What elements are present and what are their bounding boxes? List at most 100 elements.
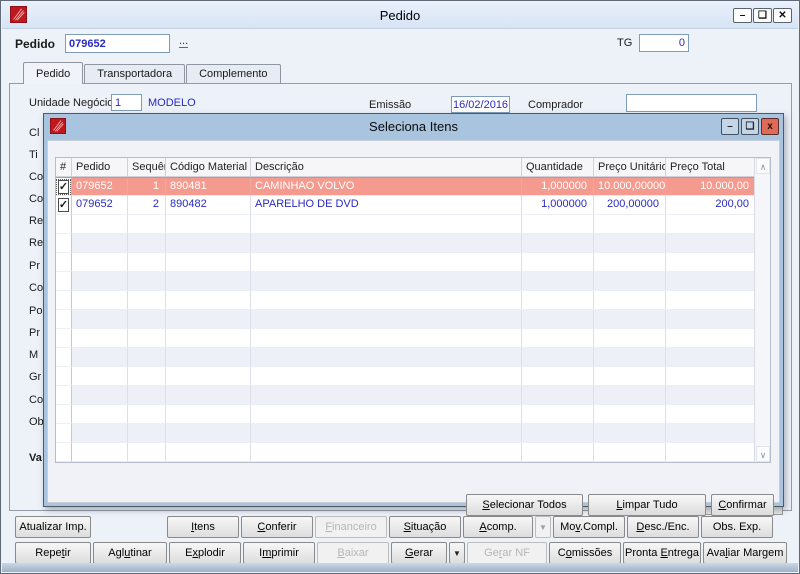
tab-complemento[interactable]: Complemento [186,64,281,84]
empty-cell [522,253,594,272]
clipped-label: Pr [29,327,40,339]
checkbox-check-icon: ✓ [57,179,70,194]
empty-cell [72,348,128,367]
clipped-label: Va [29,452,42,464]
checkbox-check-icon: ✓ [57,198,70,212]
table-row[interactable]: ✓ 079652 2 890482 APARELHO DE DVD 1,000000 200… [56,196,756,215]
empty-cell [56,348,72,367]
empty-cell [594,234,666,253]
column-header: Pedido [72,158,128,177]
cell-pedido: 079652 [72,178,128,196]
seleciona-itens-dialog: Seleciona Itens – ❑ x #PedidoSequênciaCó… [43,113,784,516]
empty-cell [56,253,72,272]
empty-cell [128,272,166,291]
obs-exp-button[interactable]: Obs. Exp. [701,516,773,538]
empty-cell [666,253,756,272]
empty-cell [522,272,594,291]
scroll-up-icon[interactable]: ∧ [756,158,770,174]
cell-preco-unitario: 200,00000 [594,196,666,215]
clipped-label: Ob [29,416,44,428]
dialog-body: #PedidoSequênciaCódigo MaterialDescrição… [47,140,780,516]
repetir-button[interactable]: Repetir [15,542,91,564]
vertical-scrollbar[interactable]: ∧ ∨ [754,158,770,462]
empty-cell [56,386,72,405]
empty-cell [594,348,666,367]
emissao-input[interactable] [451,96,510,113]
empty-table-row [56,310,756,329]
maximize-button[interactable]: ❑ [753,8,772,23]
empty-cell [56,310,72,329]
empty-cell [56,405,72,424]
minimize-button[interactable]: – [733,8,752,23]
empty-cell [72,272,128,291]
empty-cell [166,253,251,272]
empty-cell [166,310,251,329]
empty-cell [166,405,251,424]
confirmar-button[interactable]: Confirmar [711,494,774,516]
unidade-negocio-input[interactable] [111,94,142,111]
empty-cell [128,215,166,234]
cell-pedido: 079652 [72,196,128,215]
gerar-button[interactable]: Gerar [391,542,447,564]
conferir-button[interactable]: Conferir [241,516,313,538]
aglutinar-button[interactable]: Aglutinar [93,542,167,564]
tab-transportadora[interactable]: Transportadora [84,64,186,84]
clipped-label: Co [29,193,44,205]
emissao-label: Emissão [369,99,412,111]
cell-descricao: CAMINHAO VOLVO [251,178,522,196]
empty-cell [251,310,522,329]
comprador-input[interactable] [626,94,757,112]
empty-table-row [56,329,756,348]
empty-cell [128,367,166,386]
empty-cell [251,253,522,272]
situacao-button[interactable]: Situação [389,516,461,538]
clipped-label: Ti [29,149,38,161]
empty-cell [72,386,128,405]
empty-cell [594,424,666,443]
itens-button[interactable]: Itens [167,516,239,538]
column-header: Código Material [166,158,251,177]
desc-enc-button[interactable]: Desc./Enc. [627,516,699,538]
tab-pedido[interactable]: Pedido [23,62,84,84]
dialog-maximize-button[interactable]: ❑ [741,118,759,135]
limpar-tudo-button[interactable]: Limpar Tudo [588,494,706,516]
empty-cell [56,234,72,253]
empty-cell [522,424,594,443]
cell-preco-total: 200,00 [666,196,756,215]
empty-cell [666,329,756,348]
close-button[interactable]: ✕ [773,8,792,23]
avaliar-margem-button[interactable]: Avaliar Margem [703,542,787,564]
gerar-dropdown-button[interactable]: ▼ [449,542,465,564]
explodir-button[interactable]: Explodir [169,542,241,564]
dialog-close-button[interactable]: x [761,118,779,135]
column-header: Sequência [128,158,166,177]
dialog-minimize-button[interactable]: – [721,118,739,135]
atualizar-imp-button[interactable]: Atualizar Imp. [15,516,91,538]
empty-cell [166,272,251,291]
imprimir-button[interactable]: Imprimir [243,542,315,564]
mov-compl-button[interactable]: Mov.Compl. [553,516,625,538]
row-checkbox[interactable]: ✓ [57,198,70,212]
empty-cell [166,386,251,405]
empty-cell [72,424,128,443]
selecionar-todos-button[interactable]: Selecionar Todos [466,494,583,516]
comissoes-button[interactable]: Comissões [549,542,621,564]
row-checkbox[interactable]: ✓ [56,178,71,195]
tg-input[interactable] [639,34,689,52]
empty-cell [666,405,756,424]
empty-cell [56,367,72,386]
cell-quantidade: 1,000000 [522,196,594,215]
pedido-input[interactable] [65,34,170,53]
baixar-button: Baixar [317,542,389,564]
acomp-button[interactable]: Acomp. [463,516,533,538]
scroll-down-icon[interactable]: ∨ [756,446,770,462]
clipped-label: Cl [29,127,40,139]
pronta-entrega-button[interactable]: Pronta Entrega [623,542,701,564]
empty-cell [166,443,251,462]
table-row[interactable]: ✓ 079652 1 890481 CAMINHAO VOLVO 1,000000 10.0… [56,177,756,196]
empty-cell [251,424,522,443]
empty-cell [251,291,522,310]
empty-cell [594,291,666,310]
pedido-lookup-ellipsis-button[interactable]: ... [179,35,189,48]
empty-cell [128,253,166,272]
